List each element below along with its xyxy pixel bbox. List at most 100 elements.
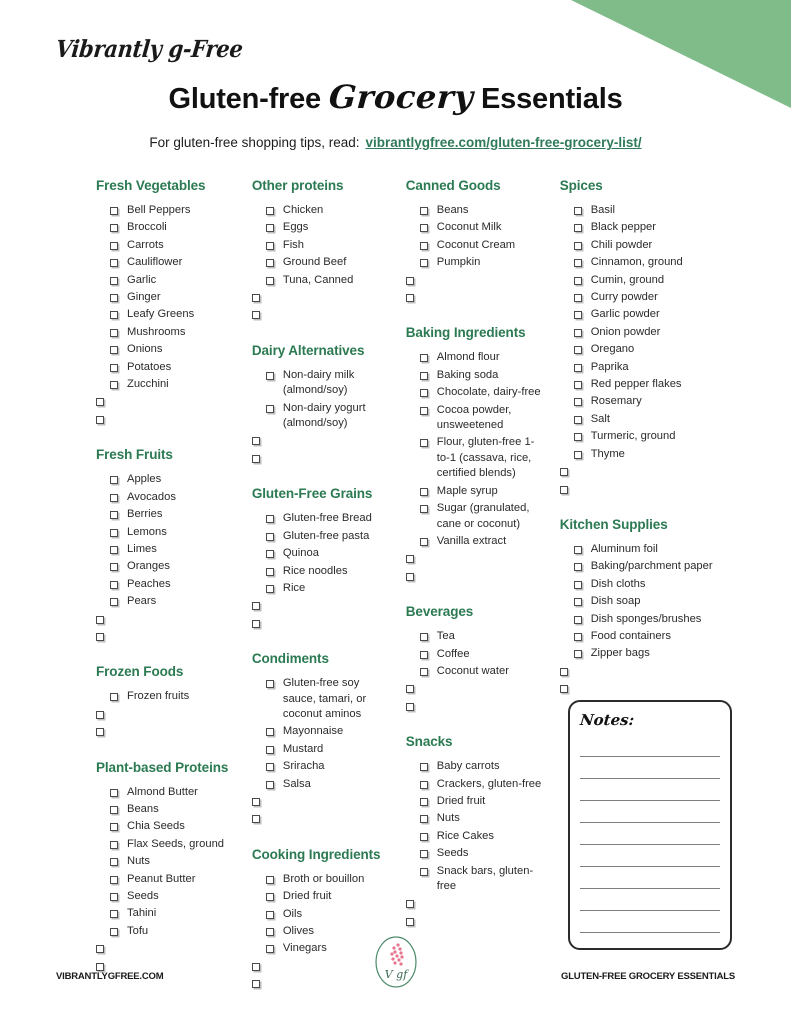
checklist-item[interactable]: Berries	[96, 507, 238, 522]
checklist-item-blank[interactable]	[96, 394, 238, 409]
checkbox-icon[interactable]	[573, 294, 582, 303]
checklist-item[interactable]: Eggs	[252, 220, 392, 235]
checkbox-icon[interactable]	[96, 945, 104, 954]
checkbox-icon[interactable]	[110, 693, 118, 702]
checkbox-icon[interactable]	[573, 398, 582, 407]
checkbox-icon[interactable]	[405, 276, 414, 285]
checkbox-icon[interactable]	[573, 615, 582, 624]
checkbox-icon[interactable]	[265, 371, 274, 380]
notes-line[interactable]	[580, 889, 720, 911]
checkbox-icon[interactable]	[573, 363, 582, 372]
checkbox-icon[interactable]	[265, 550, 274, 559]
checklist-item[interactable]: Zucchini	[96, 377, 238, 392]
notes-line[interactable]	[580, 911, 720, 933]
checklist-item[interactable]: Beans	[406, 203, 546, 218]
checkbox-icon[interactable]	[573, 381, 582, 390]
checkbox-icon[interactable]	[419, 850, 428, 859]
checklist-item[interactable]: Chili powder	[560, 238, 721, 253]
checklist-item[interactable]: Cinnamon, ground	[560, 255, 721, 270]
checkbox-icon[interactable]	[573, 433, 582, 442]
checkbox-icon[interactable]	[110, 788, 118, 797]
checkbox-icon[interactable]	[265, 910, 274, 919]
checkbox-icon[interactable]	[419, 241, 428, 250]
checklist-item[interactable]: Fish	[252, 238, 392, 253]
checklist-item-blank[interactable]	[251, 307, 392, 322]
checkbox-icon[interactable]	[110, 805, 118, 814]
checkbox-icon[interactable]	[419, 259, 428, 268]
checkbox-icon[interactable]	[573, 241, 582, 250]
notes-line[interactable]	[580, 779, 720, 801]
checkbox-icon[interactable]	[573, 224, 582, 233]
checklist-item-blank[interactable]	[405, 914, 546, 929]
checklist-item[interactable]: Quinoa	[252, 546, 392, 561]
checkbox-icon[interactable]	[419, 537, 428, 546]
checklist-item[interactable]: Peaches	[96, 577, 238, 592]
checkbox-icon[interactable]	[405, 294, 414, 303]
checklist-item-blank[interactable]	[96, 707, 238, 722]
checklist-item[interactable]: Broth or bouillon	[252, 872, 392, 887]
checklist-item[interactable]: Dried fruit	[252, 889, 392, 904]
checkbox-icon[interactable]	[419, 406, 428, 415]
checklist-item[interactable]: Non-dairy yogurt (almond/soy)	[252, 401, 392, 432]
checkbox-icon[interactable]	[419, 867, 428, 876]
notes-line[interactable]	[580, 845, 720, 867]
checklist-item[interactable]: Vinegars	[252, 941, 392, 956]
checkbox-icon[interactable]	[110, 241, 118, 250]
checklist-item[interactable]: Salsa	[252, 777, 392, 792]
checklist-item-blank[interactable]	[559, 664, 721, 679]
checkbox-icon[interactable]	[419, 487, 428, 496]
checklist-item-blank[interactable]	[96, 724, 238, 739]
checkbox-icon[interactable]	[419, 224, 428, 233]
checklist-item[interactable]: Apples	[96, 472, 238, 487]
checkbox-icon[interactable]	[265, 404, 274, 413]
checkbox-icon[interactable]	[110, 823, 118, 832]
checkbox-icon[interactable]	[110, 493, 118, 502]
checklist-item[interactable]: Crackers, gluten-free	[406, 777, 546, 792]
checklist-item[interactable]: Oregano	[560, 342, 721, 357]
checklist-item[interactable]: Seeds	[406, 846, 546, 861]
checkbox-icon[interactable]	[265, 532, 274, 541]
checklist-item[interactable]: Baby carrots	[406, 759, 546, 774]
checklist-item[interactable]: Coconut water	[406, 664, 546, 679]
checkbox-icon[interactable]	[110, 363, 118, 372]
checkbox-icon[interactable]	[96, 415, 104, 424]
checklist-item[interactable]: Onions	[96, 342, 238, 357]
checklist-item[interactable]: Sugar (granulated, cane or coconut)	[406, 501, 546, 532]
checkbox-icon[interactable]	[419, 667, 428, 676]
checkbox-icon[interactable]	[405, 917, 414, 926]
checklist-item-blank[interactable]	[251, 616, 392, 631]
checklist-item[interactable]: Mustard	[252, 742, 392, 757]
checklist-item-blank[interactable]	[405, 290, 546, 305]
checkbox-icon[interactable]	[573, 311, 582, 320]
checkbox-icon[interactable]	[573, 563, 582, 572]
checkbox-icon[interactable]	[419, 815, 428, 824]
checkbox-icon[interactable]	[573, 650, 582, 659]
checkbox-icon[interactable]	[110, 910, 118, 919]
checkbox-icon[interactable]	[251, 294, 260, 303]
checklist-item-blank[interactable]	[405, 551, 546, 566]
checkbox-icon[interactable]	[96, 632, 104, 641]
checklist-item-blank[interactable]	[251, 794, 392, 809]
checkbox-icon[interactable]	[110, 276, 118, 285]
checkbox-icon[interactable]	[110, 598, 118, 607]
checkbox-icon[interactable]	[96, 398, 104, 407]
checkbox-icon[interactable]	[405, 555, 414, 564]
checklist-item[interactable]: Pumpkin	[406, 255, 546, 270]
checklist-item[interactable]: Cumin, ground	[560, 273, 721, 288]
checklist-item[interactable]: Lemons	[96, 525, 238, 540]
checklist-item[interactable]: Almond flour	[406, 350, 546, 365]
checklist-item[interactable]: Black pepper	[560, 220, 721, 235]
checkbox-icon[interactable]	[110, 580, 118, 589]
checklist-item[interactable]: Rice noodles	[252, 564, 392, 579]
checklist-item[interactable]: Tuna, Canned	[252, 273, 392, 288]
checklist-item[interactable]: Potatoes	[96, 360, 238, 375]
notes-line[interactable]	[580, 757, 720, 779]
checklist-item[interactable]: Ginger	[96, 290, 238, 305]
checklist-item[interactable]: Rosemary	[560, 394, 721, 409]
checklist-item[interactable]: Maple syrup	[406, 484, 546, 499]
checkbox-icon[interactable]	[265, 241, 274, 250]
checklist-item[interactable]: Garlic	[96, 273, 238, 288]
checkbox-icon[interactable]	[251, 797, 260, 806]
checklist-item[interactable]: Olives	[252, 924, 392, 939]
checkbox-icon[interactable]	[419, 439, 428, 448]
